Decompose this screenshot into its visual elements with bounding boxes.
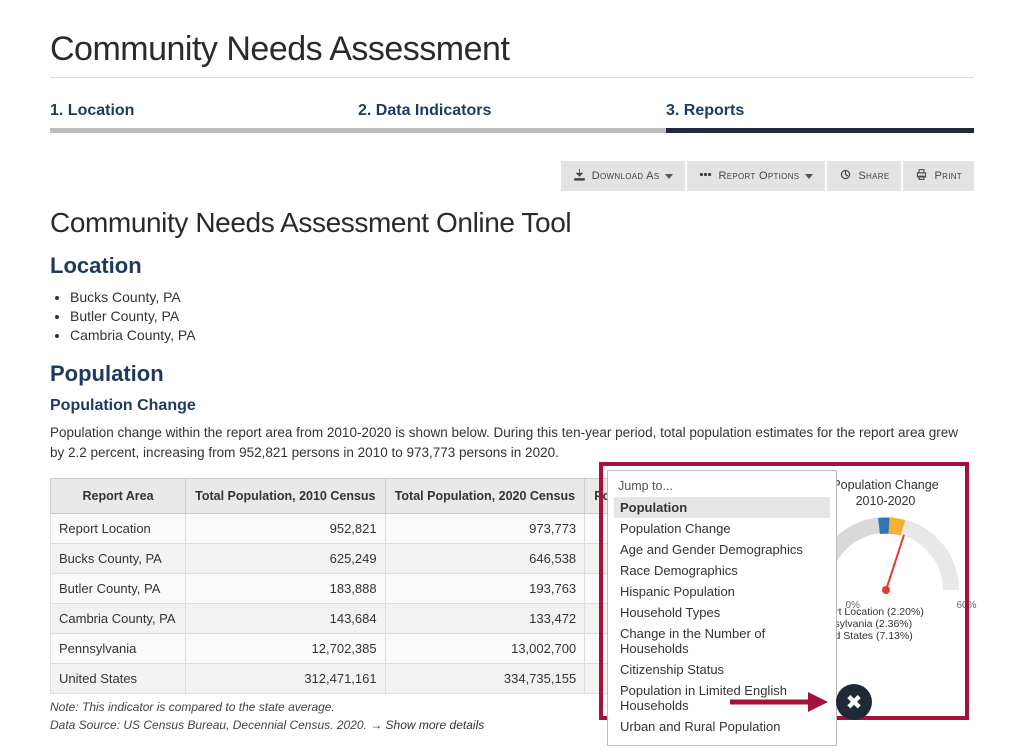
table-cell: 646,538: [385, 544, 585, 574]
table-cell: Pennsylvania: [51, 634, 186, 664]
tick-60: 60%: [956, 600, 976, 611]
step-seg-1: [50, 128, 358, 133]
table-cell: 13,002,700: [385, 634, 585, 664]
jumpto-label: Jump to...: [614, 477, 830, 497]
report-toolbar: Download As Report Options Share Print: [50, 161, 974, 191]
page-title: Community Needs Assessment: [50, 30, 974, 69]
report-options-label: Report Options: [718, 170, 799, 182]
step-seg-3: [666, 128, 974, 133]
list-item: Butler County, PA: [70, 308, 974, 324]
share-label: Share: [858, 170, 889, 182]
title-divider: [50, 77, 974, 78]
col-2010: Total Population, 2010 Census: [186, 479, 386, 514]
table-cell: Bucks County, PA: [51, 544, 186, 574]
table-cell: 625,249: [186, 544, 386, 574]
source-text: Data Source: US Census Bureau, Decennial…: [50, 718, 370, 732]
table-cell: 312,471,161: [186, 664, 386, 694]
tool-heading: Community Needs Assessment Online Tool: [50, 207, 974, 239]
print-icon: [915, 168, 928, 184]
jumpto-item[interactable]: Household Types: [614, 602, 830, 623]
jumpto-item[interactable]: Change in the Number of Households: [614, 623, 830, 659]
caret-down-icon: [665, 174, 673, 179]
table-cell: 973,773: [385, 514, 585, 544]
download-icon: [573, 168, 586, 184]
jumpto-item[interactable]: Population Change: [614, 518, 830, 539]
step-location[interactable]: 1. Location: [50, 94, 358, 128]
caret-down-icon: [805, 174, 813, 179]
population-heading: Population: [50, 361, 974, 387]
close-button[interactable]: ✖: [836, 684, 872, 720]
table-cell: 12,702,385: [186, 634, 386, 664]
step-indicators[interactable]: 2. Data Indicators: [358, 94, 666, 128]
print-button[interactable]: Print: [903, 161, 974, 191]
jumpto-item[interactable]: Hispanic Population: [614, 581, 830, 602]
arrow-icon: [730, 690, 830, 714]
jumpto-item[interactable]: Population: [614, 497, 830, 518]
table-cell: Report Location: [51, 514, 186, 544]
list-item: Bucks County, PA: [70, 289, 974, 305]
table-cell: Cambria County, PA: [51, 604, 186, 634]
list-item: Cambria County, PA: [70, 327, 974, 343]
show-more-link[interactable]: → Show more details: [370, 718, 484, 732]
table-cell: 143,684: [186, 604, 386, 634]
menu-icon: [699, 168, 712, 184]
download-label: Download As: [592, 170, 660, 182]
table-cell: 193,763: [385, 574, 585, 604]
report-options-button[interactable]: Report Options: [687, 161, 825, 191]
step-seg-2: [358, 128, 666, 133]
share-button[interactable]: Share: [827, 161, 901, 191]
stepper-progress: [50, 128, 974, 133]
table-cell: Butler County, PA: [51, 574, 186, 604]
share-icon: [839, 168, 852, 184]
table-cell: 133,472: [385, 604, 585, 634]
close-icon: ✖: [846, 690, 863, 715]
table-cell: 183,888: [186, 574, 386, 604]
stepper: 1. Location 2. Data Indicators 3. Report…: [50, 94, 974, 128]
table-cell: 334,735,155: [385, 664, 585, 694]
population-change-heading: Population Change: [50, 397, 974, 415]
tick-0: 0%: [846, 600, 860, 611]
table-cell: 952,821: [186, 514, 386, 544]
population-paragraph: Population change within the report area…: [50, 423, 974, 462]
col-area: Report Area: [51, 479, 186, 514]
location-heading: Location: [50, 253, 974, 279]
print-label: Print: [934, 170, 962, 182]
jumpto-item[interactable]: Race Demographics: [614, 560, 830, 581]
jumpto-item[interactable]: Age and Gender Demographics: [614, 539, 830, 560]
location-list: Bucks County, PA Butler County, PA Cambr…: [50, 289, 974, 343]
table-cell: United States: [51, 664, 186, 694]
jumpto-item[interactable]: Urban and Rural Population: [614, 716, 830, 737]
step-reports[interactable]: 3. Reports: [666, 94, 974, 128]
jumpto-item[interactable]: Citizenship Status: [614, 659, 830, 680]
col-2020: Total Population, 2020 Census: [385, 479, 585, 514]
download-button[interactable]: Download As: [561, 161, 686, 191]
